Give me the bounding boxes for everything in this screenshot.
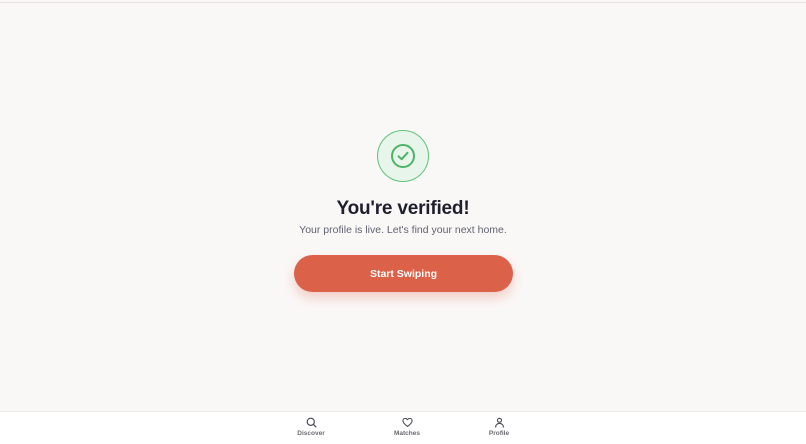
nav-item-matches[interactable]: Matches bbox=[377, 417, 437, 437]
page-subtitle: Your profile is live. Let's find your ne… bbox=[299, 224, 507, 236]
check-circle-icon bbox=[391, 144, 415, 168]
verification-screen: You're verified! Your profile is live. L… bbox=[0, 0, 806, 444]
bottom-nav: Discover Matches Profile bbox=[0, 411, 806, 444]
verified-badge bbox=[377, 130, 429, 182]
nav-item-label: Profile bbox=[488, 430, 510, 437]
heart-icon bbox=[401, 417, 413, 427]
nav-item-label: Discover bbox=[297, 430, 325, 437]
nav-item-profile[interactable]: Profile bbox=[469, 417, 529, 437]
top-divider bbox=[0, 2, 806, 3]
page-title: You're verified! bbox=[336, 198, 470, 219]
nav-item-label: Matches bbox=[393, 430, 420, 437]
nav-item-discover[interactable]: Discover bbox=[281, 417, 341, 437]
user-icon bbox=[494, 417, 504, 428]
start-swiping-button[interactable]: Start Swiping bbox=[294, 255, 513, 292]
search-icon bbox=[306, 417, 316, 428]
